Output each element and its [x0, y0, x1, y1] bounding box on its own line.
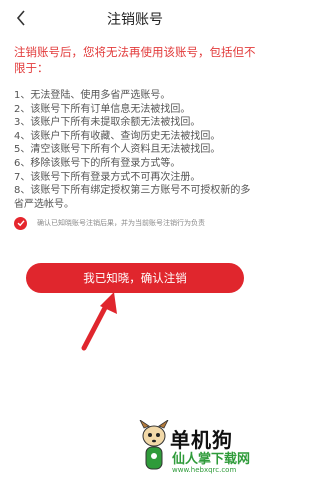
warning-text: 注销账号后，您将无法再使用该账号，包括但不限于：: [14, 45, 256, 75]
list-item: 6、移除该账号下的所有登录方式等。: [14, 157, 181, 169]
list-item: 4、该账户下所有收藏、查询历史无法被找回。: [14, 130, 221, 142]
confirm-row[interactable]: 确认已知晓账号注销后果，并为当前账号注销行为负责: [14, 213, 260, 233]
watermark-subtitle: 仙人掌下载网: [172, 452, 251, 467]
pointer-arrow-icon: [81, 292, 117, 351]
consequence-list: 1、无法登陆、使用多省严选账号。 2、该账号下所有订单信息无法被找回。 3、该账…: [14, 89, 260, 211]
watermark-url: www.hebxqrc.com: [172, 466, 237, 474]
chevron-left-icon: [16, 10, 25, 26]
list-item: 5、清空该账号下所有个人资料且无法被找回。: [14, 144, 221, 156]
checkmark-icon: [17, 220, 25, 227]
list-item: 8、该账号下所有绑定授权第三方账号不可授权新的多省严选帐号。: [14, 185, 251, 210]
confirm-checkbox[interactable]: [14, 216, 27, 230]
confirm-cancel-account-button[interactable]: 我已知晓，确认注销: [26, 263, 244, 293]
list-item: 7、该账号下所有登录方式不可再次注册。: [14, 171, 201, 183]
list-item: 3、该账户下所有未提取余额无法被找回。: [14, 117, 201, 129]
back-button[interactable]: [10, 7, 32, 29]
list-item: 1、无法登陆、使用多省严选账号。: [14, 90, 171, 101]
dog-mascot-icon: [139, 420, 169, 470]
confirm-label: 确认已知晓账号注销后果，并为当前账号注销行为负责: [37, 219, 205, 227]
list-item: 2、该账号下所有订单信息无法被找回。: [14, 103, 191, 115]
page-title: 注销账号: [107, 12, 163, 28]
top-bar: 注销账号: [0, 0, 270, 38]
